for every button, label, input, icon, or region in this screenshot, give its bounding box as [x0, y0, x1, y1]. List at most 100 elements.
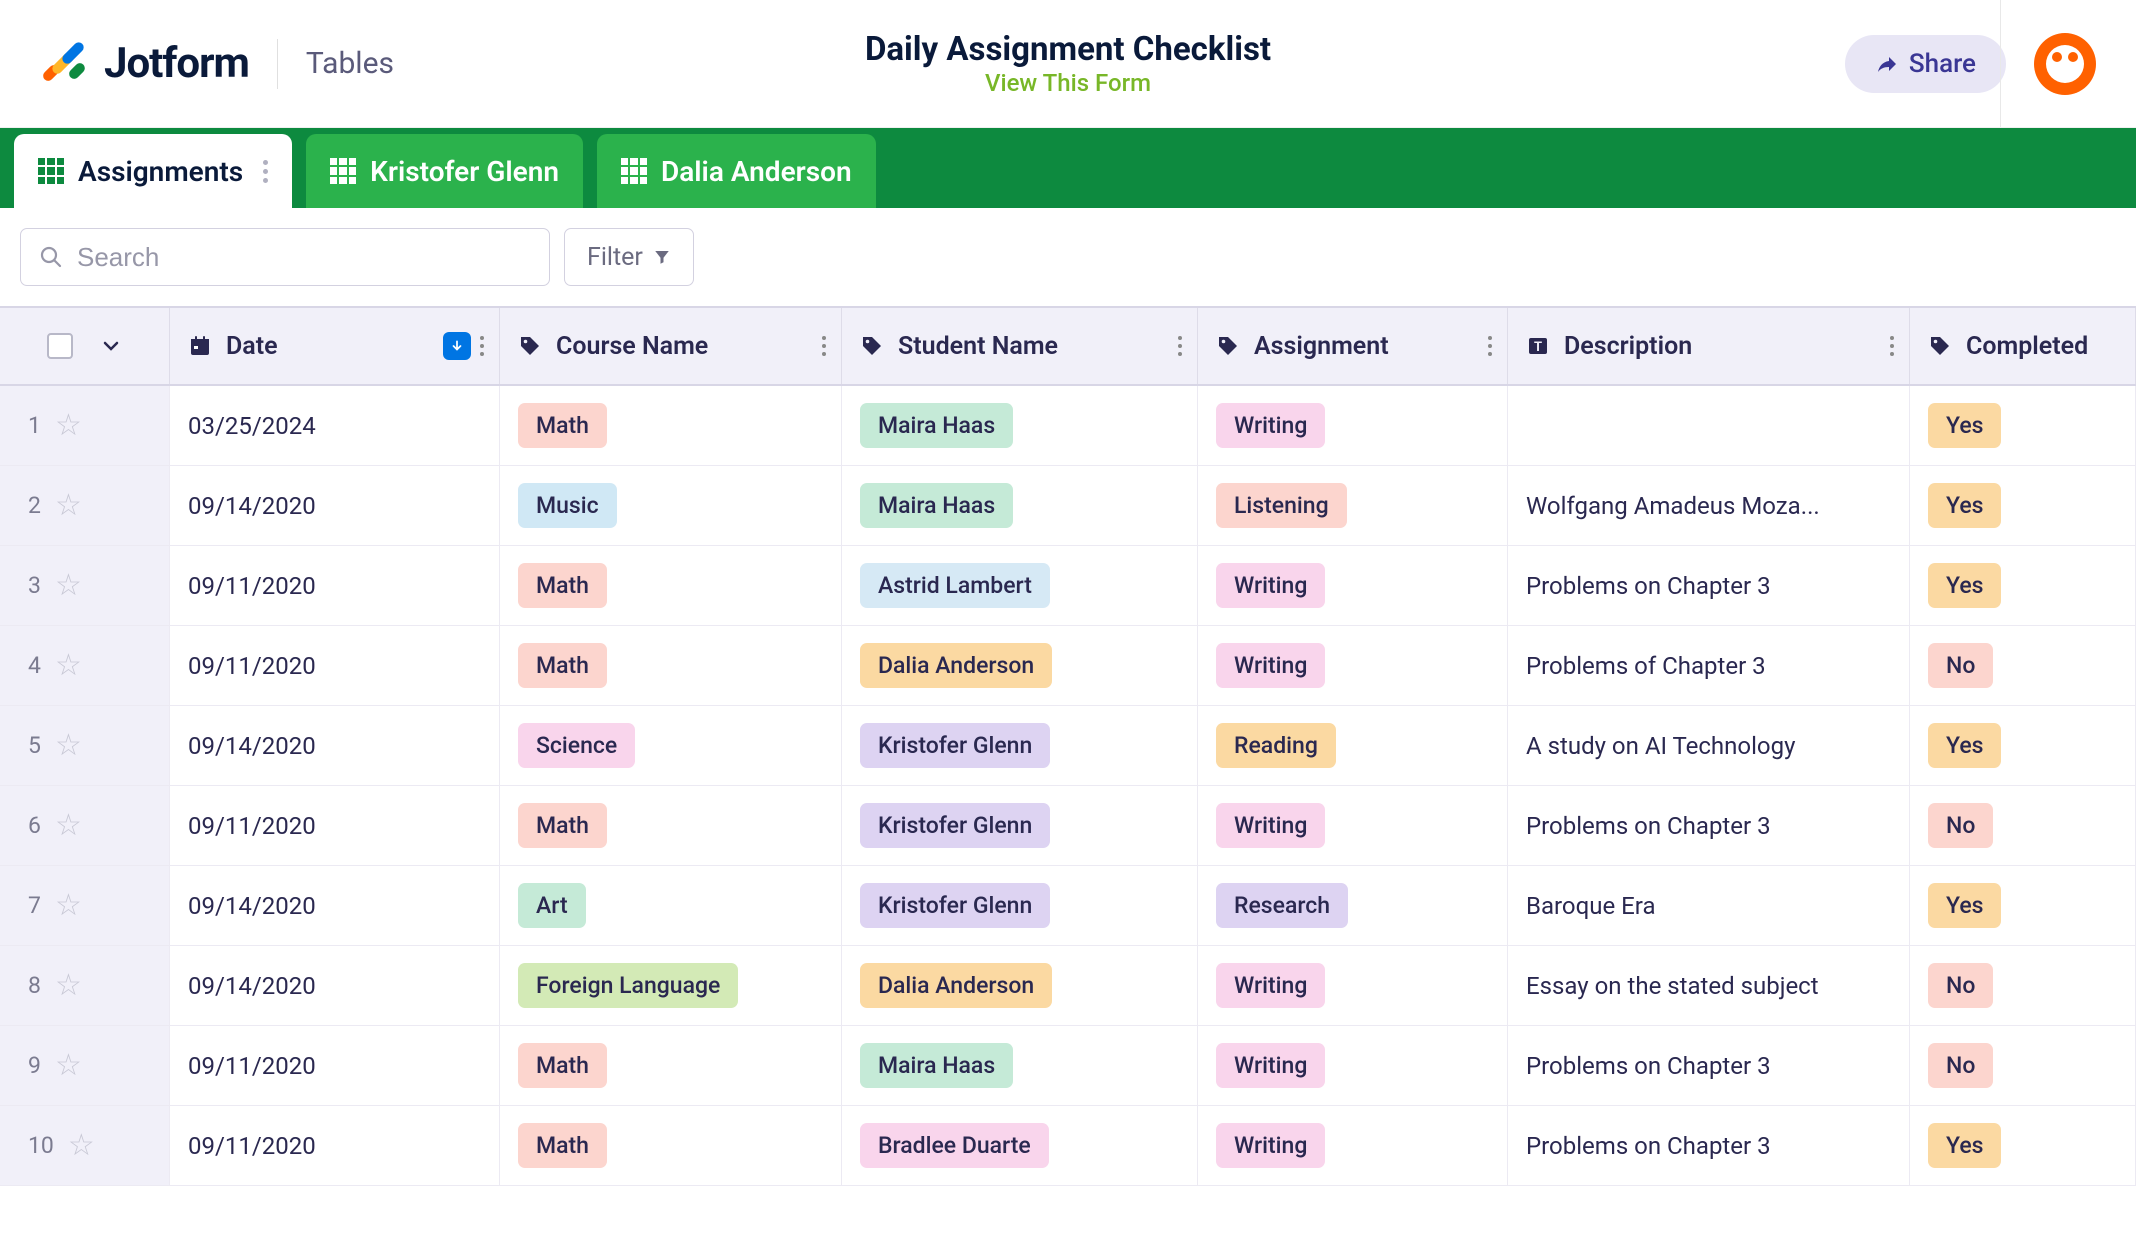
row-index-cell[interactable]: 4☆	[0, 626, 170, 705]
star-icon[interactable]: ☆	[55, 968, 82, 1003]
chevron-down-icon[interactable]	[99, 334, 123, 358]
star-icon[interactable]: ☆	[55, 728, 82, 763]
column-menu-icon[interactable]	[1178, 336, 1182, 356]
cell-date[interactable]: 09/11/2020	[170, 546, 500, 625]
cell-assignment[interactable]: Listening	[1198, 466, 1508, 545]
row-index-cell[interactable]: 6☆	[0, 786, 170, 865]
view-form-link[interactable]: View This Form	[865, 69, 1271, 97]
cell-date[interactable]: 09/14/2020	[170, 866, 500, 945]
search-box[interactable]	[20, 228, 550, 286]
cell-description[interactable]: Problems on Chapter 3	[1508, 1106, 1910, 1185]
share-button[interactable]: Share	[1845, 35, 2006, 93]
cell-description[interactable]: Problems on Chapter 3	[1508, 786, 1910, 865]
select-all-checkbox[interactable]	[47, 333, 73, 359]
table-row[interactable]: 7☆09/14/2020ArtKristofer GlennResearchBa…	[0, 866, 2136, 946]
cell-assignment[interactable]: Writing	[1198, 386, 1508, 465]
cell-description[interactable]: Problems of Chapter 3	[1508, 626, 1910, 705]
row-index-cell[interactable]: 10☆	[0, 1106, 170, 1185]
cell-description[interactable]: Problems on Chapter 3	[1508, 1026, 1910, 1105]
cell-student[interactable]: Kristofer Glenn	[842, 706, 1198, 785]
cell-assignment[interactable]: Writing	[1198, 1026, 1508, 1105]
cell-student[interactable]: Maira Haas	[842, 1026, 1198, 1105]
cell-course[interactable]: Math	[500, 1106, 842, 1185]
header-date[interactable]: Date	[170, 308, 500, 384]
cell-course[interactable]: Art	[500, 866, 842, 945]
table-row[interactable]: 6☆09/11/2020MathKristofer GlennWritingPr…	[0, 786, 2136, 866]
row-index-cell[interactable]: 5☆	[0, 706, 170, 785]
column-menu-icon[interactable]	[822, 336, 826, 356]
cell-assignment[interactable]: Writing	[1198, 946, 1508, 1025]
cell-completed[interactable]: No	[1910, 1026, 2136, 1105]
tab-menu-icon[interactable]	[263, 160, 268, 183]
cell-assignment[interactable]: Research	[1198, 866, 1508, 945]
cell-date[interactable]: 09/11/2020	[170, 786, 500, 865]
star-icon[interactable]: ☆	[55, 488, 82, 523]
row-index-cell[interactable]: 9☆	[0, 1026, 170, 1105]
header-course[interactable]: Course Name	[500, 308, 842, 384]
cell-completed[interactable]: Yes	[1910, 866, 2136, 945]
cell-assignment[interactable]: Writing	[1198, 1106, 1508, 1185]
cell-course[interactable]: Math	[500, 786, 842, 865]
row-index-cell[interactable]: 3☆	[0, 546, 170, 625]
cell-student[interactable]: Dalia Anderson	[842, 626, 1198, 705]
header-select[interactable]	[0, 308, 170, 384]
row-index-cell[interactable]: 2☆	[0, 466, 170, 545]
row-index-cell[interactable]: 8☆	[0, 946, 170, 1025]
star-icon[interactable]: ☆	[55, 808, 82, 843]
cell-date[interactable]: 09/11/2020	[170, 626, 500, 705]
cell-date[interactable]: 09/14/2020	[170, 946, 500, 1025]
row-index-cell[interactable]: 7☆	[0, 866, 170, 945]
cell-student[interactable]: Bradlee Duarte	[842, 1106, 1198, 1185]
cell-description[interactable]	[1508, 386, 1910, 465]
star-icon[interactable]: ☆	[55, 648, 82, 683]
star-icon[interactable]: ☆	[68, 1128, 95, 1163]
cell-description[interactable]: Baroque Era	[1508, 866, 1910, 945]
sort-indicator[interactable]	[443, 332, 471, 360]
cell-completed[interactable]: Yes	[1910, 466, 2136, 545]
table-row[interactable]: 5☆09/14/2020ScienceKristofer GlennReadin…	[0, 706, 2136, 786]
cell-description[interactable]: Wolfgang Amadeus Moza...	[1508, 466, 1910, 545]
cell-course[interactable]: Math	[500, 626, 842, 705]
cell-date[interactable]: 03/25/2024	[170, 386, 500, 465]
table-row[interactable]: 1☆03/25/2024MathMaira HaasWriting Yes	[0, 386, 2136, 466]
header-assignment[interactable]: Assignment	[1198, 308, 1508, 384]
table-row[interactable]: 3☆09/11/2020MathAstrid LambertWritingPro…	[0, 546, 2136, 626]
table-row[interactable]: 4☆09/11/2020MathDalia AndersonWritingPro…	[0, 626, 2136, 706]
header-student[interactable]: Student Name	[842, 308, 1198, 384]
tab-dalia-anderson[interactable]: Dalia Anderson	[597, 134, 876, 208]
cell-assignment[interactable]: Reading	[1198, 706, 1508, 785]
cell-date[interactable]: 09/14/2020	[170, 466, 500, 545]
row-index-cell[interactable]: 1☆	[0, 386, 170, 465]
cell-course[interactable]: Science	[500, 706, 842, 785]
cell-date[interactable]: 09/14/2020	[170, 706, 500, 785]
avatar[interactable]	[2034, 33, 2096, 95]
filter-button[interactable]: Filter	[564, 228, 694, 286]
star-icon[interactable]: ☆	[55, 1048, 82, 1083]
cell-assignment[interactable]: Writing	[1198, 626, 1508, 705]
cell-student[interactable]: Kristofer Glenn	[842, 786, 1198, 865]
table-row[interactable]: 2☆09/14/2020MusicMaira HaasListeningWolf…	[0, 466, 2136, 546]
table-row[interactable]: 10☆09/11/2020MathBradlee DuarteWritingPr…	[0, 1106, 2136, 1186]
cell-description[interactable]: Problems on Chapter 3	[1508, 546, 1910, 625]
column-menu-icon[interactable]	[1890, 336, 1894, 356]
cell-student[interactable]: Maira Haas	[842, 466, 1198, 545]
header-description[interactable]: T Description	[1508, 308, 1910, 384]
cell-course[interactable]: Math	[500, 386, 842, 465]
cell-completed[interactable]: No	[1910, 946, 2136, 1025]
cell-assignment[interactable]: Writing	[1198, 786, 1508, 865]
tab-assignments[interactable]: Assignments	[14, 134, 292, 208]
cell-course[interactable]: Math	[500, 1026, 842, 1105]
star-icon[interactable]: ☆	[55, 408, 82, 443]
cell-completed[interactable]: Yes	[1910, 706, 2136, 785]
column-menu-icon[interactable]	[480, 336, 484, 356]
logo[interactable]: Jotform	[40, 39, 249, 88]
cell-completed[interactable]: Yes	[1910, 386, 2136, 465]
cell-course[interactable]: Math	[500, 546, 842, 625]
cell-student[interactable]: Astrid Lambert	[842, 546, 1198, 625]
table-row[interactable]: 8☆09/14/2020Foreign LanguageDalia Anders…	[0, 946, 2136, 1026]
cell-student[interactable]: Maira Haas	[842, 386, 1198, 465]
cell-student[interactable]: Dalia Anderson	[842, 946, 1198, 1025]
tab-kristofer-glenn[interactable]: Kristofer Glenn	[306, 134, 583, 208]
cell-student[interactable]: Kristofer Glenn	[842, 866, 1198, 945]
cell-assignment[interactable]: Writing	[1198, 546, 1508, 625]
